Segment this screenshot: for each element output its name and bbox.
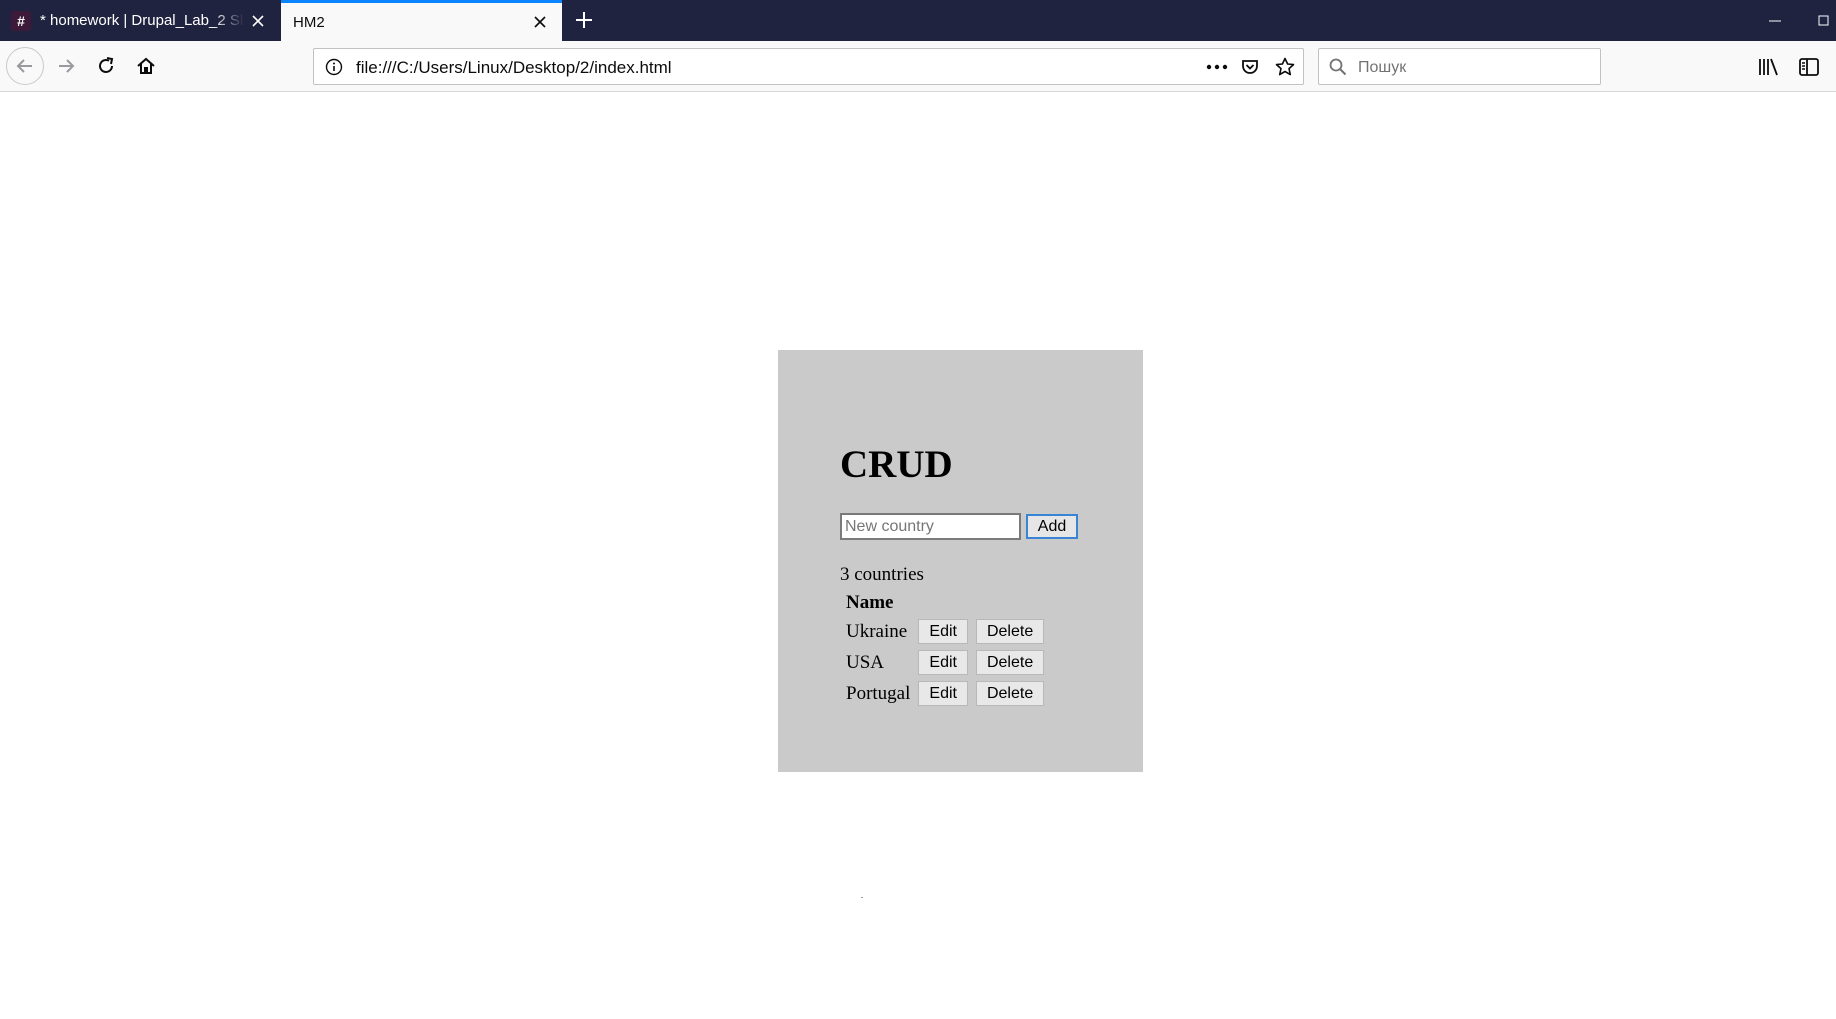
country-count: 3 countries — [840, 564, 924, 585]
tab-slack[interactable]: # * homework | Drupal_Lab_2 Slack — [0, 0, 280, 41]
home-icon — [137, 57, 155, 74]
info-icon[interactable] — [324, 57, 344, 77]
table-row: Ukraine Edit Delete — [844, 618, 1046, 645]
url-bar[interactable]: file:///C:/Users/Linux/Desktop/2/index.h… — [313, 48, 1304, 85]
delete-button[interactable]: Delete — [975, 650, 1045, 675]
crud-panel: CRUD Add 3 countries Name Ukraine Edit D… — [778, 350, 1143, 772]
new-tab-icon[interactable] — [570, 6, 598, 34]
tab-title: HM2 — [293, 13, 325, 31]
back-button[interactable] — [6, 47, 44, 85]
tab-title: * homework | Drupal_Lab_2 Slack — [40, 12, 244, 29]
slack-favicon-icon: # — [11, 10, 31, 31]
sidebar-icon[interactable] — [1797, 56, 1821, 78]
stray-dot — [861, 897, 863, 898]
country-name: Ukraine — [846, 620, 908, 642]
navigation-toolbar: file:///C:/Users/Linux/Desktop/2/index.h… — [0, 41, 1836, 92]
edit-button[interactable]: Edit — [918, 650, 968, 675]
page-title: CRUD — [840, 443, 953, 486]
countries-table: Name Ukraine Edit Delete USA Edit Delete… — [840, 588, 1050, 711]
new-country-input[interactable] — [840, 513, 1021, 540]
close-tab-icon[interactable] — [248, 11, 268, 31]
table-row: USA Edit Delete — [844, 649, 1046, 676]
tab-hm2[interactable]: HM2 — [281, 0, 562, 41]
forward-button[interactable] — [47, 47, 85, 85]
search-placeholder: Пошук — [1358, 59, 1407, 76]
edit-button[interactable]: Edit — [918, 619, 968, 644]
name-column-header: Name — [846, 592, 894, 613]
search-icon — [1328, 57, 1348, 77]
edit-button[interactable]: Edit — [918, 681, 968, 706]
reload-button[interactable] — [87, 47, 125, 85]
close-tab-icon[interactable] — [530, 12, 550, 32]
delete-button[interactable]: Delete — [975, 681, 1045, 706]
home-button[interactable] — [127, 47, 165, 85]
pocket-icon[interactable] — [1239, 57, 1261, 77]
bookmark-star-icon[interactable] — [1274, 57, 1296, 77]
back-arrow-icon — [16, 59, 32, 73]
url-text[interactable]: file:///C:/Users/Linux/Desktop/2/index.h… — [356, 58, 672, 78]
country-name: USA — [846, 651, 885, 673]
country-name: Portugal — [846, 682, 911, 704]
library-icon[interactable] — [1757, 56, 1781, 78]
search-bar[interactable]: Пошук — [1318, 48, 1601, 85]
reload-icon — [99, 57, 114, 73]
page-actions-icon[interactable] — [1204, 57, 1230, 77]
minimize-icon[interactable] — [1752, 0, 1798, 41]
restore-icon[interactable] — [1808, 0, 1836, 41]
tab-strip: # * homework | Drupal_Lab_2 Slack HM2 — [0, 0, 1836, 41]
forward-arrow-icon — [59, 59, 75, 73]
table-row: Portugal Edit Delete — [844, 680, 1046, 707]
add-button[interactable]: Add — [1026, 514, 1078, 539]
delete-button[interactable]: Delete — [975, 619, 1045, 644]
